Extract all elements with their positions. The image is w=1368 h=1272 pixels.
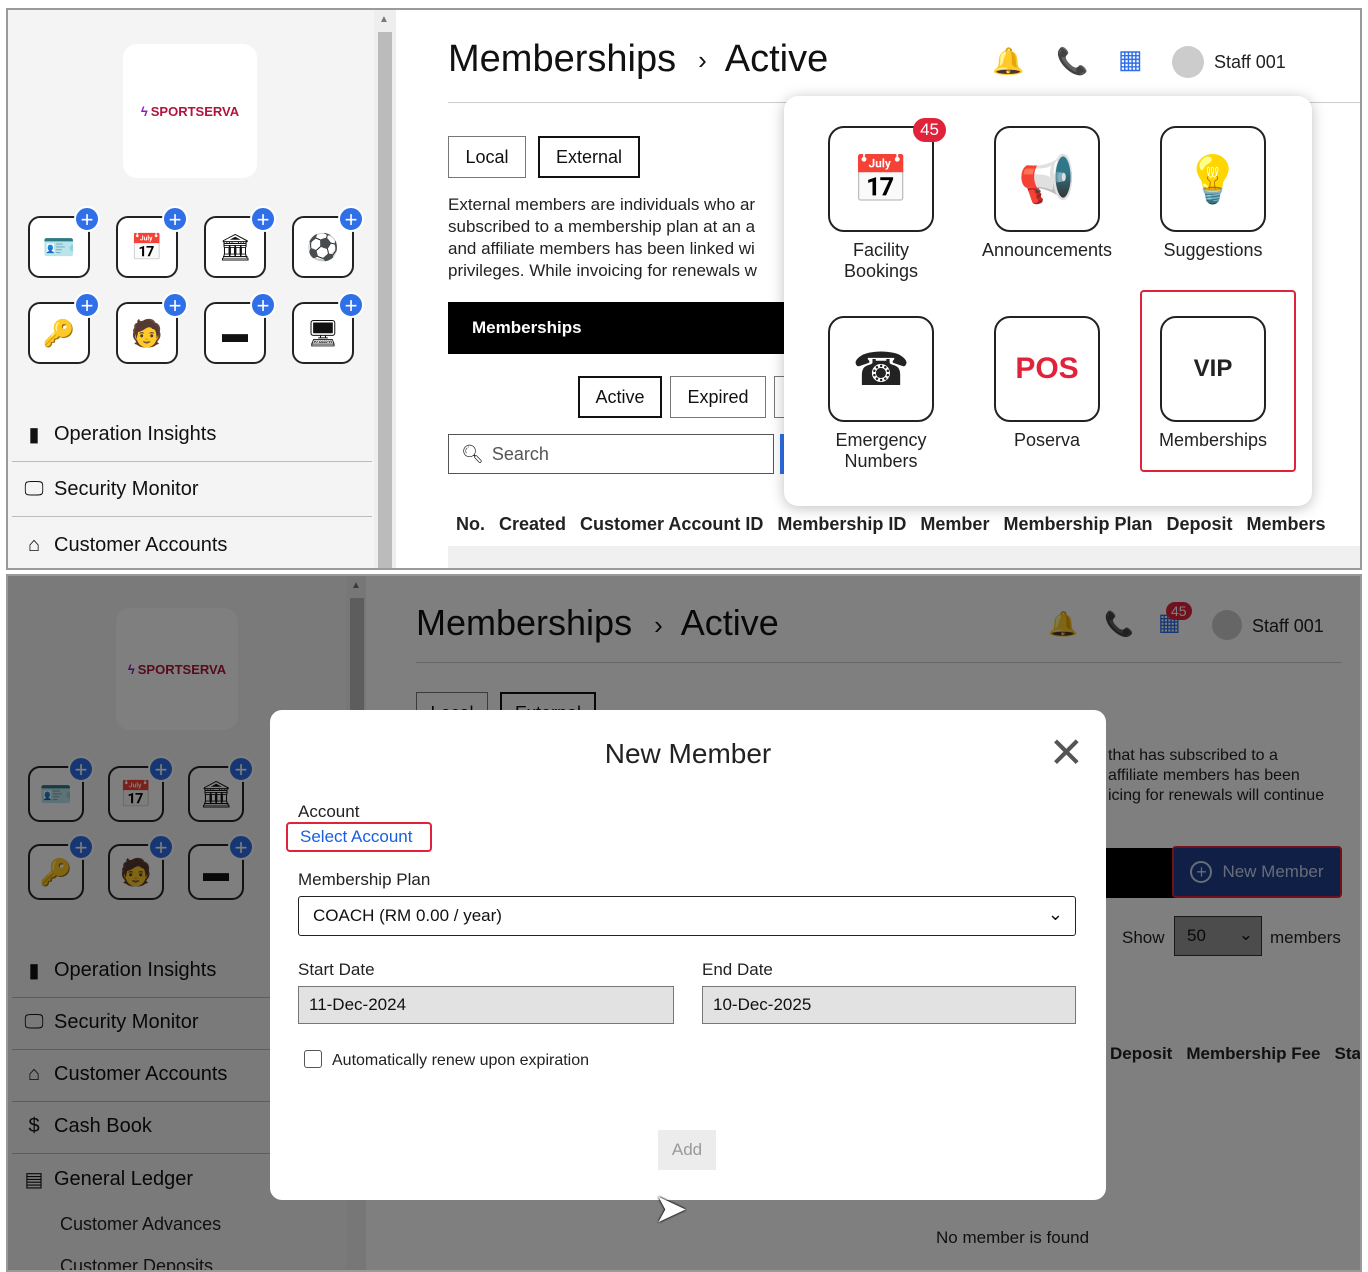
lightbulb-icon: 💡 xyxy=(1160,126,1266,232)
megaphone-icon: 📢 xyxy=(994,126,1100,232)
close-icon[interactable]: ✕ xyxy=(1049,728,1084,777)
calendar-icon: 📅 45 xyxy=(828,118,946,232)
staff-name[interactable]: Staff 001 xyxy=(1214,52,1286,73)
search-icon: 🔍︎ xyxy=(461,443,484,464)
bottom-screenshot: ϟSPORTSERVA 🪪+ 📅+ 🏛+ 🔑+ 🧑+ ▬+ ▮Operation… xyxy=(6,574,1362,1272)
memberships-highlight xyxy=(1140,290,1296,472)
sports-quick-icon[interactable]: ⚽ + xyxy=(292,206,364,278)
monitor-icon: 🖵 xyxy=(24,478,44,500)
tab-external[interactable]: External xyxy=(538,136,640,178)
account-label: Account xyxy=(298,802,360,821)
tile-announcements[interactable]: 📢 Announcements xyxy=(972,126,1122,261)
plan-label: Membership Plan xyxy=(298,870,431,889)
bell-icon[interactable]: 🔔 xyxy=(992,46,1024,77)
home-icon: ⌂ xyxy=(27,533,41,556)
brand-logo: ϟSPORTSERVA xyxy=(123,44,257,178)
table-header: No. Created Customer Account ID Membership … xyxy=(456,514,1326,534)
start-date-field[interactable]: 11-Dec-2024 xyxy=(298,986,674,1024)
calendar-quick-icon[interactable]: 📅+ xyxy=(116,206,188,278)
sidebar-item-security-monitor[interactable]: 🖵Security Monitor xyxy=(12,463,372,517)
description: External members are individuals who ar … xyxy=(448,195,757,280)
add-button[interactable]: Add xyxy=(658,1130,716,1170)
select-account-link[interactable]: Select Account xyxy=(286,822,432,852)
tile-facility-bookings[interactable]: 📅 45 Facility Bookings xyxy=(806,118,956,282)
id-card-quick-icon[interactable]: 🪪+ xyxy=(28,206,100,278)
chevron-down-icon: ⌄ xyxy=(1047,904,1063,924)
apps-icon[interactable]: ▦ xyxy=(1118,44,1143,75)
apps-popup: 📅 45 Facility Bookings 📢 Announcements 💡 S… xyxy=(784,96,1312,506)
membership-plan-select[interactable]: COACH (RM 0.00 / year) ⌄ xyxy=(298,896,1076,936)
bar-chart-icon: ▮ xyxy=(28,424,40,446)
sidebar-item-operation-insights[interactable]: ▮Operation Insights xyxy=(12,408,372,462)
start-date-label: Start Date xyxy=(298,960,375,979)
phone-icon[interactable]: 📞 xyxy=(1056,46,1088,77)
tab-local[interactable]: Local xyxy=(448,136,526,178)
table-body xyxy=(448,546,1360,568)
pos-icon: POS xyxy=(994,316,1100,422)
memberships-bar: Memberships xyxy=(448,302,788,354)
end-date-label: End Date xyxy=(702,960,773,979)
new-member-modal: New Member ✕ Account Select Account Memb… xyxy=(270,710,1106,1200)
sidebar-item-customer-accounts[interactable]: ⌂Customer Accounts xyxy=(12,518,372,568)
plate-quick-icon[interactable]: ▬+ xyxy=(204,292,276,364)
auto-renew-checkbox[interactable] xyxy=(304,1050,322,1068)
sidebar: ϟ SPORTSERVA 🪪 + 📅 + 🏛 + ⚽ + 🔑 + 🧑 + ▬ + 🖥 + ▮ Ope… xyxy=(8,10,374,568)
telephone-icon: ☎ xyxy=(828,316,934,422)
key-card-quick-icon[interactable]: 🔑+ xyxy=(28,292,100,364)
avatar[interactable] xyxy=(1172,46,1204,78)
auto-renew-label: Automatically renew upon expiration xyxy=(332,1052,590,1069)
search-input[interactable]: 🔍︎ Search xyxy=(448,434,774,474)
sidebar-scrollbar[interactable]: ▲ xyxy=(374,10,396,568)
filter-expired[interactable]: Expired xyxy=(670,376,766,418)
bank-quick-icon[interactable]: 🏛+ xyxy=(204,206,276,278)
end-date-field[interactable]: 10-Dec-2025 xyxy=(702,986,1076,1024)
login-quick-icon[interactable]: 🖥 + xyxy=(292,292,364,364)
top-screenshot: ϟ SPORTSERVA 🪪 + 📅 + 🏛 + ⚽ + 🔑 + 🧑 + ▬ + 🖥 + ▮ Ope… xyxy=(6,8,1362,570)
tile-suggestions[interactable]: 💡 Suggestions xyxy=(1138,126,1288,261)
mouse-cursor-icon: ➤ xyxy=(654,1187,688,1231)
tile-emergency-numbers[interactable]: ☎ Emergency Numbers xyxy=(806,316,956,472)
tile-poserva[interactable]: POS Poserva xyxy=(972,316,1122,451)
page-title: Memberships›Active xyxy=(448,38,829,80)
modal-title: New Member xyxy=(604,738,772,769)
filter-active[interactable]: Active xyxy=(578,376,662,418)
person-quick-icon[interactable]: 🧑+ xyxy=(116,292,188,364)
